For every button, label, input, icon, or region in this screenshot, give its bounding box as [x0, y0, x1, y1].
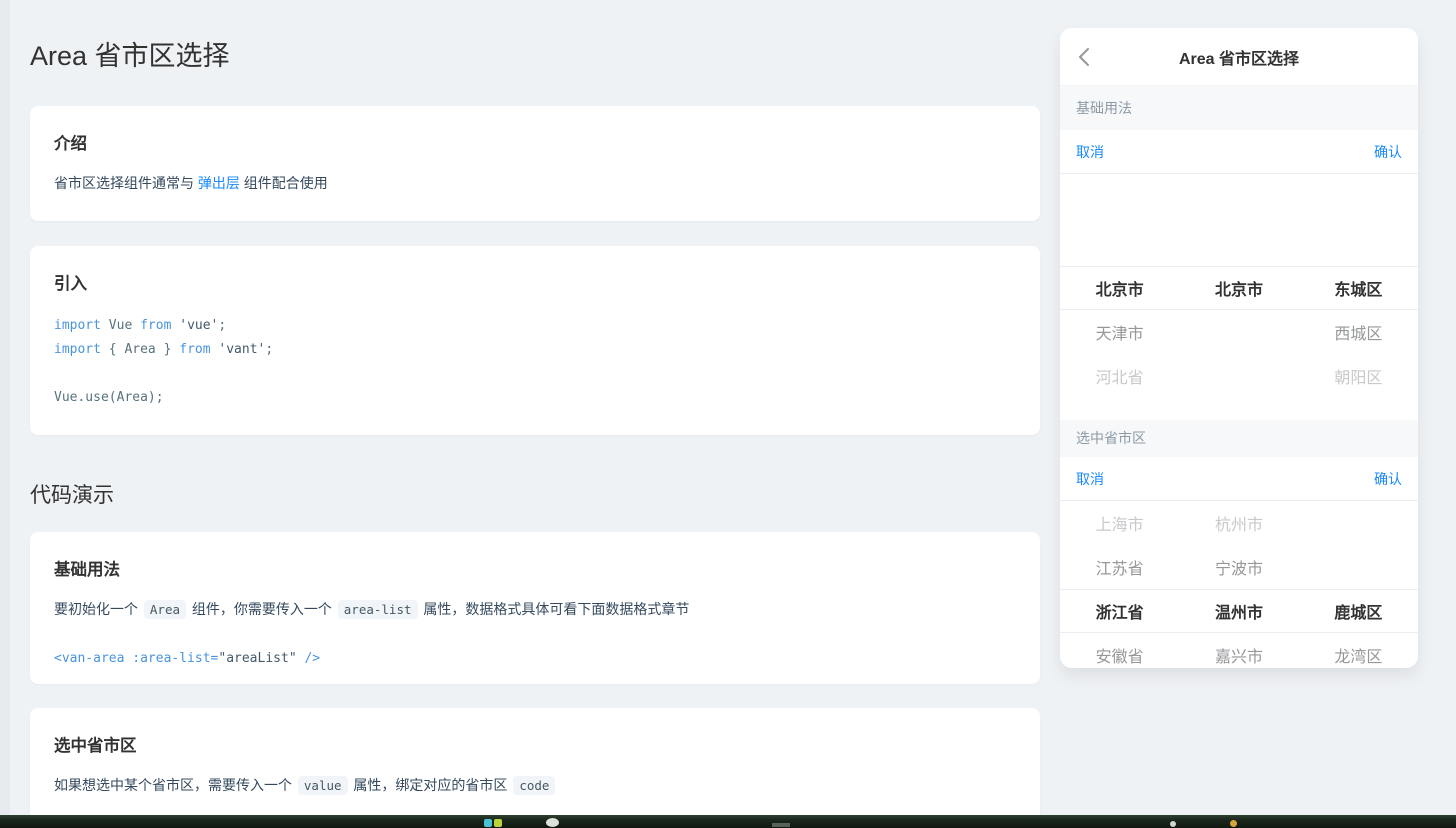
code-token: <van-area :area-list= [54, 651, 219, 666]
picker-row[interactable]: 江苏省 宁波市 [1060, 545, 1418, 589]
picker-option[interactable]: 安徽省 [1060, 643, 1179, 667]
picker-option[interactable]: 龙湾区 [1299, 643, 1418, 667]
code-token: import [54, 318, 101, 333]
basic-usage-heading: 基础用法 [54, 561, 120, 579]
simulator-nav-title: Area 省市区选择 [1178, 50, 1300, 68]
page-title: Area 省市区选择 [30, 41, 230, 71]
chevron-left-icon [1079, 47, 1089, 66]
app-icon-yellow[interactable] [494, 819, 502, 827]
app-icon-teal[interactable] [484, 819, 492, 827]
text-run: Vue [100, 318, 141, 333]
selected-area-card: 选中省市区 如果想选中某个省市区，需要传入一个 value 属性，绑定对应的省市… [30, 708, 1040, 828]
code-token: 'vue' [179, 318, 219, 333]
picker-option[interactable]: 杭州市 [1179, 511, 1298, 535]
inline-code-chip: Area [143, 600, 186, 619]
basic-usage-card: 基础用法 要初始化一个 Area 组件，你需要传入一个 area-list 属性… [30, 532, 1040, 684]
demo-section-heading: 代码演示 [30, 484, 114, 507]
text-run: Vue.use(Area); [54, 390, 164, 405]
text-run: { Area } [100, 342, 180, 357]
picker-option[interactable]: 北京市 [1060, 276, 1179, 300]
basic-usage-code-block: <van-area :area-list="areaList" /> [54, 647, 1016, 671]
picker-option[interactable]: 西城区 [1299, 320, 1418, 344]
text-run: 如果想选中某个省市区，需要传入一个 [54, 777, 296, 793]
picker-option[interactable]: 嘉兴市 [1179, 643, 1298, 667]
picker-row[interactable]: 河北省 朝阳区 [1060, 354, 1418, 398]
picker-row[interactable]: 上海市 杭州市 [1060, 501, 1418, 545]
cancel-button[interactable]: 取消 [1076, 469, 1104, 489]
picker-row[interactable]: 浙江省 温州市 鹿城区 [1060, 589, 1418, 633]
code-line: import Vue from 'vue'; [54, 314, 1016, 338]
intro-card: 介绍 省市区选择组件通常与 弹出层 组件配合使用 [30, 106, 1040, 221]
tray-icon-orange-dot[interactable] [1230, 820, 1237, 827]
picker-row[interactable]: 北京市 北京市 东城区 [1060, 266, 1418, 310]
code-token: 'vant' [218, 342, 266, 357]
documentation-main: Area 省市区选择 介绍 省市区选择组件通常与 弹出层 组件配合使用 引入 i… [30, 0, 1040, 828]
picker-option[interactable]: 河北省 [1060, 364, 1179, 388]
inline-code-chip: area-list [337, 600, 418, 619]
confirm-button[interactable]: 确认 [1374, 469, 1402, 489]
window-left-edge [0, 0, 10, 828]
text-run: 属性，绑定对应的省市区 [349, 777, 512, 793]
text-run: 要初始化一个 [54, 601, 142, 617]
back-button[interactable] [1078, 28, 1090, 85]
import-code-block: import Vue from 'vue'; import { Area } fr… [54, 314, 1016, 410]
demo-section-label: 选中省市区 [1076, 430, 1146, 446]
picker-option[interactable]: 上海市 [1060, 511, 1179, 535]
intro-paragraph: 省市区选择组件通常与 弹出层 组件配合使用 [54, 172, 1016, 194]
tray-icon-white-dot[interactable] [1170, 821, 1176, 827]
picker-row[interactable]: 天津市 西城区 [1060, 310, 1418, 354]
code-token: /> [296, 651, 321, 666]
confirm-button[interactable]: 确认 [1374, 142, 1402, 162]
text-run: ; [265, 342, 274, 357]
code-token: from [179, 342, 211, 357]
basic-usage-paragraph: 要初始化一个 Area 组件，你需要传入一个 area-list 属性，数据格式… [54, 598, 1016, 620]
picker-option[interactable]: 天津市 [1060, 320, 1179, 344]
popup-link[interactable]: 弹出层 [198, 175, 240, 191]
text-run: 省市区选择组件通常与 [54, 175, 198, 191]
code-line: Vue.use(Area); [54, 386, 1016, 410]
picker-option[interactable]: 浙江省 [1060, 599, 1179, 623]
code-token: "areaList" [218, 651, 297, 666]
demo-section-label: 基础用法 [1076, 100, 1132, 116]
picker-option[interactable]: 鹿城区 [1299, 599, 1418, 623]
code-line: import { Area } from 'vant'; [54, 338, 1016, 362]
phone-simulator: Area 省市区选择 基础用法 取消 确认 北京市 北京市 东城区 天津市 西城区 河北省… [1060, 28, 1418, 668]
code-line: <van-area :area-list="areaList" /> [54, 647, 1016, 671]
area-picker-basic: 取消 确认 北京市 北京市 东城区 天津市 西城区 河北省 朝阳区 [1060, 130, 1418, 420]
text-run: ; [218, 318, 227, 333]
inline-code-chip: value [297, 776, 348, 795]
selected-area-paragraph: 如果想选中某个省市区，需要传入一个 value 属性，绑定对应的省市区 code [54, 774, 1016, 796]
picker-option[interactable]: 朝阳区 [1299, 364, 1418, 388]
selected-area-heading: 选中省市区 [54, 737, 137, 755]
cancel-button[interactable]: 取消 [1076, 142, 1104, 162]
inline-code-chip: code [513, 776, 556, 795]
picker-columns[interactable]: 上海市 杭州市 江苏省 宁波市 浙江省 温州市 鹿城区 安徽省 嘉兴市 龙湾区 [1060, 501, 1418, 668]
text-run: 组件，你需要传入一个 [188, 601, 336, 617]
picker-option[interactable]: 东城区 [1299, 276, 1418, 300]
area-picker-selected: 取消 确认 上海市 杭州市 江苏省 宁波市 浙江省 温州市 鹿城区 安徽省 嘉兴市 龙湾区 [1060, 457, 1418, 668]
picker-toolbar: 取消 确认 [1060, 130, 1418, 174]
picker-option[interactable]: 江苏省 [1060, 555, 1179, 579]
intro-heading: 介绍 [54, 135, 87, 153]
picker-option[interactable]: 温州市 [1179, 599, 1298, 623]
picker-toolbar: 取消 确认 [1060, 457, 1418, 501]
picker-row[interactable]: 安徽省 嘉兴市 龙湾区 [1060, 633, 1418, 668]
picker-option[interactable]: 北京市 [1179, 276, 1298, 300]
app-icon-circle[interactable] [546, 818, 559, 827]
tray-icon-bar[interactable] [772, 823, 790, 827]
picker-columns[interactable]: 北京市 北京市 东城区 天津市 西城区 河北省 朝阳区 [1060, 174, 1418, 420]
import-heading: 引入 [54, 275, 87, 293]
taskbar[interactable] [0, 815, 1456, 828]
code-token: import [54, 342, 101, 357]
text-run: 属性，数据格式具体可看下面数据格式章节 [419, 601, 690, 617]
text-run: 组件配合使用 [239, 175, 328, 191]
simulator-navbar: Area 省市区选择 [1060, 28, 1418, 86]
code-token: from [140, 318, 172, 333]
picker-option[interactable]: 宁波市 [1179, 555, 1298, 579]
import-card: 引入 import Vue from 'vue'; import { Area }… [30, 246, 1040, 435]
